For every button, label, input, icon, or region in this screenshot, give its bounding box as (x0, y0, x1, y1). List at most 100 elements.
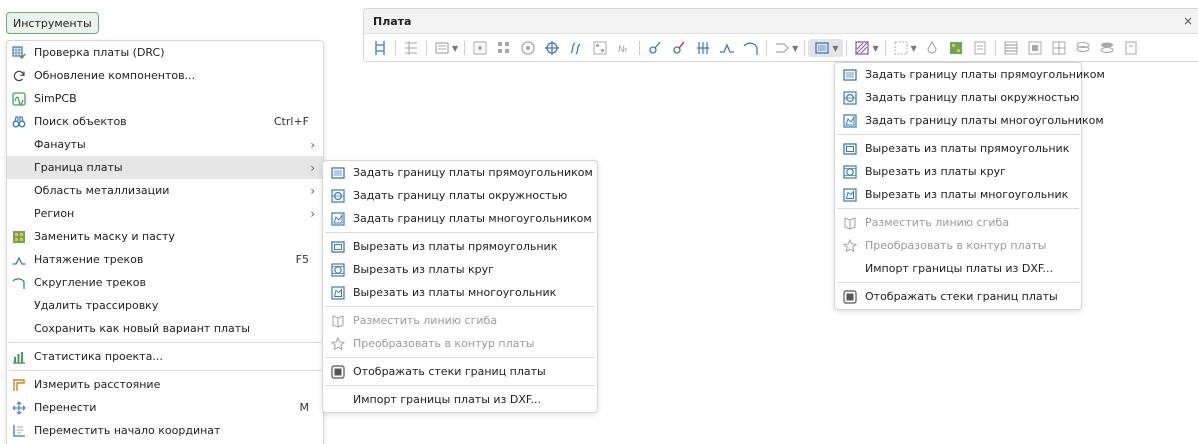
binoculars-icon (12, 115, 26, 129)
menu-item[interactable]: SimPCB (7, 87, 323, 110)
active-tool-group[interactable]: ▼ (808, 39, 844, 57)
menu-item[interactable]: Удалить трассировку (7, 294, 323, 317)
chevron-down-icon[interactable]: ▼ (452, 44, 458, 53)
menu-item[interactable]: Импорт границы платы из DXF... (835, 257, 1081, 280)
diff-pair-icon[interactable] (568, 40, 584, 56)
menu-item[interactable]: Вырезать из платы круг (323, 258, 597, 281)
menu-item[interactable]: Обновление компонентов... (7, 64, 323, 87)
board-boundary-icon[interactable] (814, 40, 830, 56)
tune-icon[interactable] (695, 40, 711, 56)
tension-icon (12, 253, 26, 267)
menu-item[interactable]: Область металлизации › (7, 179, 323, 202)
menu-separator (9, 342, 321, 343)
via-icon[interactable] (520, 40, 536, 56)
menu-item[interactable]: Измерить расстояние (7, 373, 323, 396)
close-icon[interactable]: × (1183, 14, 1193, 28)
measure-icon (12, 378, 26, 392)
menu-item[interactable]: Поиск объектов Ctrl+F (7, 110, 323, 133)
simpcb-icon (12, 91, 26, 106)
menu-item[interactable]: Фанауты › (7, 133, 323, 156)
circle-cut-icon (331, 262, 345, 277)
menu-item[interactable]: Вырезать из платы прямоугольник (835, 137, 1081, 160)
menu-item-label: Сохранить как новый вариант платы (34, 322, 250, 335)
tension-tb-icon[interactable] (719, 40, 735, 56)
layer-stack2-icon[interactable] (1099, 40, 1115, 56)
origin-icon (12, 424, 26, 438)
menu-item[interactable]: Задать границу платы окружностью (835, 86, 1081, 109)
menu-item[interactable]: Вырезать из платы прямоугольник (323, 235, 597, 258)
menu-item[interactable]: Вырезать из платы круг (835, 160, 1081, 183)
menu-item[interactable]: Отображать стеки границ платы (323, 360, 597, 383)
mask-icon (12, 230, 26, 244)
menu-item-label: Задать границу платы прямоугольником (865, 68, 1105, 81)
route-icon[interactable] (774, 40, 790, 56)
chevron-down-icon[interactable]: ▼ (872, 44, 878, 53)
chevron-down-icon[interactable]: ▼ (911, 44, 917, 53)
pad-array-icon[interactable] (496, 40, 512, 56)
region-icon[interactable] (893, 40, 909, 56)
menu-item[interactable]: Натяжение треков F5 (7, 248, 323, 271)
pin-icon[interactable] (671, 40, 687, 56)
circle-board-icon (843, 90, 857, 105)
toolbar-separator (804, 41, 806, 55)
menu-item[interactable]: Переместить начало координат (7, 419, 323, 442)
trace-icon[interactable] (372, 40, 388, 56)
menu-item[interactable]: Заменить маску и пасту (7, 225, 323, 248)
arc-tb-icon[interactable] (743, 40, 759, 56)
menu-item[interactable]: Отображать стеки границ платы (835, 285, 1081, 308)
svg-text:№: № (618, 45, 627, 55)
grid-layers-icon[interactable] (1051, 40, 1067, 56)
menu-item-label: Переместить начало координат (34, 424, 221, 437)
stack-icon[interactable] (1027, 40, 1043, 56)
drc-icon (12, 45, 26, 60)
layer-stack-icon[interactable] (1075, 40, 1091, 56)
bus-icon[interactable] (403, 40, 419, 56)
export-icon[interactable] (1123, 40, 1139, 56)
menu-item-label: Измерить расстояние (34, 378, 161, 391)
circle-cut-icon (843, 164, 857, 179)
chevron-down-icon[interactable]: ▼ (832, 44, 838, 53)
menu-item[interactable]: Перенести M (7, 396, 323, 419)
shortcut-label: F5 (295, 253, 309, 266)
menu-item-label: Задать границу платы окружностью (865, 91, 1080, 104)
grid-snap-icon[interactable] (472, 40, 488, 56)
polygon-board-icon (331, 211, 345, 226)
mask-tb-icon[interactable] (592, 40, 608, 56)
shortcut-label: M (299, 401, 310, 414)
board-boundary-dropdown: Задать границу платы прямоугольником Зада… (834, 62, 1105, 310)
menu-item[interactable]: Задать границу платы многоугольником (323, 207, 597, 230)
menu-item[interactable]: Импорт границы платы из DXF... (323, 388, 597, 411)
menu-item[interactable]: Сохранить как новый вариант платы (7, 317, 323, 340)
menu-item[interactable]: Скругление треков (7, 271, 323, 294)
menu-item[interactable]: Задать границу платы многоугольником (835, 109, 1104, 132)
convert-outline-icon (331, 336, 345, 351)
menu-item[interactable]: Вырезать из платы многоугольник (323, 281, 597, 304)
target-icon[interactable] (544, 40, 560, 56)
hatch-icon[interactable] (854, 40, 870, 56)
menu-item[interactable]: Задать границу платы прямоугольником (835, 63, 1105, 86)
menu-item-label: Преобразовать в контур платы (865, 239, 1047, 252)
stack-checkbox-icon (331, 364, 345, 379)
menu-item[interactable]: Задать границу платы прямоугольником (323, 161, 597, 184)
menu-item[interactable]: Регион › (7, 202, 323, 225)
menu-item[interactable]: Статистика проекта... (7, 345, 323, 368)
toolbar-separator (884, 41, 886, 55)
probe-icon[interactable] (647, 40, 663, 56)
tools-menu-button[interactable]: Инструменты (6, 12, 99, 34)
menu-item[interactable]: Граница платы › (7, 156, 323, 179)
menu-item[interactable]: Вырезать из платы многоугольник (835, 183, 1081, 206)
toolbar-separator (395, 41, 396, 55)
number-icon[interactable]: № (616, 40, 632, 56)
menu-item[interactable]: Проверка платы (DRC) (7, 41, 323, 64)
drop-icon[interactable] (924, 40, 940, 56)
chevron-down-icon[interactable]: ▼ (792, 44, 798, 53)
menu-item: Разместить линию сгиба (835, 211, 1081, 234)
menu-separator (837, 134, 1079, 135)
layers-icon[interactable] (1003, 40, 1019, 56)
layer-select-icon[interactable] (434, 40, 450, 56)
mask-color-icon[interactable] (948, 40, 964, 56)
menu-item[interactable]: Задать границу платы окружностью (323, 184, 597, 207)
board-panel-header: Плата × (364, 9, 1198, 34)
menu-item-label: Отображать стеки границ платы (353, 365, 546, 378)
note-icon[interactable] (972, 40, 988, 56)
